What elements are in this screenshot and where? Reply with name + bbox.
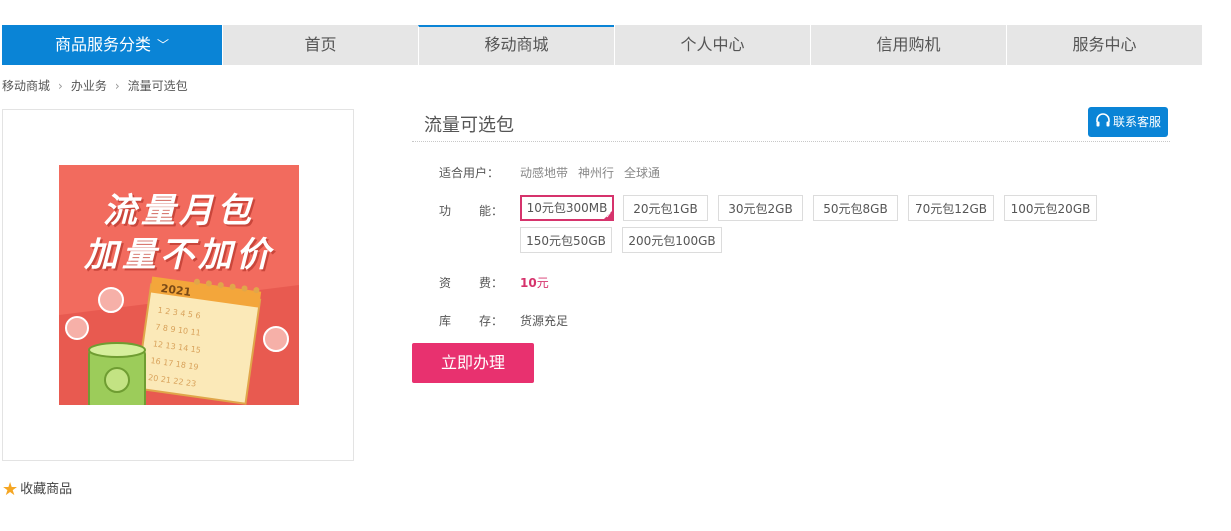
option-100yuan-20gb[interactable]: 100元包20GB [1004,195,1097,221]
product-image: 2021 1 2 3 4 5 6 7 8 9 10 11 12 13 14 15… [59,165,299,405]
option-10yuan-300mb[interactable]: 10元包300MB ✓ [520,195,614,221]
nav-item-service-center[interactable]: 服务中心 [1006,25,1202,65]
option-200yuan-100gb[interactable]: 200元包100GB [622,227,722,253]
favorite-button[interactable]: ★ 收藏商品 [2,478,72,500]
promo-headline: 流量月包 [103,191,255,231]
user-type-item: 全球通 [624,166,661,180]
function-label: 功 能： [439,202,503,219]
stock-value: 货源充足 [520,314,569,328]
stock-label-a: 库 [439,314,452,328]
price-value: 10 [520,276,537,290]
promo-subheadline: 加量不加价 [84,235,274,275]
fee-label: 资 费： [439,274,503,291]
option-label: 10元包300MB [526,201,608,215]
option-30yuan-2gb[interactable]: 30元包2GB [718,195,803,221]
fee-label-b: 费： [479,276,504,290]
breadcrumb-item-business[interactable]: 办业务 [71,79,107,93]
title-divider [412,141,1170,142]
price-unit: 元 [536,276,549,290]
nav-category-label: 商品服务分类 [54,35,151,54]
nav-item-credit-phone[interactable]: 信用购机 [810,25,1006,65]
headset-icon [1096,113,1110,127]
favorite-label: 收藏商品 [20,482,73,497]
nav-item-home[interactable]: 首页 [222,25,418,65]
function-label-b: 能： [479,204,504,218]
breadcrumb-item-mall[interactable]: 移动商城 [2,79,50,93]
chevron-right-icon: › [114,79,120,93]
nav-item-personal-center[interactable]: 个人中心 [614,25,810,65]
option-150yuan-50gb[interactable]: 150元包50GB [520,227,612,253]
user-type-item: 动感地带 [520,166,569,180]
price: 10元 [520,274,549,291]
option-20yuan-1gb[interactable]: 20元包1GB [623,195,708,221]
breadcrumb-item-current: 流量可选包 [127,79,188,93]
breadcrumb: 移动商城 › 办业务 › 流量可选包 [2,77,188,94]
option-50yuan-8gb[interactable]: 50元包8GB [813,195,898,221]
customer-service-label: 联系客服 [1112,115,1161,129]
nav-category-menu[interactable]: 商品服务分类 ﹀ [2,25,222,65]
product-title: 流量可选包 [424,115,514,136]
nav-item-mobile-mall[interactable]: 移动商城 [418,25,614,65]
stock-label: 库 存： [439,312,503,329]
function-label-a: 功 [439,204,452,218]
option-70yuan-12gb[interactable]: 70元包12GB [908,195,994,221]
fee-label-a: 资 [439,276,452,290]
customer-service-button[interactable]: 联系客服 [1088,107,1168,137]
main-nav: 商品服务分类 ﹀ 首页 移动商城 个人中心 信用购机 服务中心 [2,25,1202,65]
apply-now-button[interactable]: 立即办理 [412,343,534,383]
suitable-users: 动感地带 神州行 全球通 [520,164,670,181]
star-icon: ★ [2,479,19,500]
chevron-right-icon: › [58,79,63,93]
check-icon: ✓ [605,211,612,220]
product-image-frame: 2021 1 2 3 4 5 6 7 8 9 10 11 12 13 14 15… [2,109,354,461]
stock-label-b: 存： [479,314,504,328]
chevron-down-icon: ﹀ [157,38,170,52]
user-type-item: 神州行 [578,166,615,180]
suitable-users-label: 适合用户： [439,166,500,180]
